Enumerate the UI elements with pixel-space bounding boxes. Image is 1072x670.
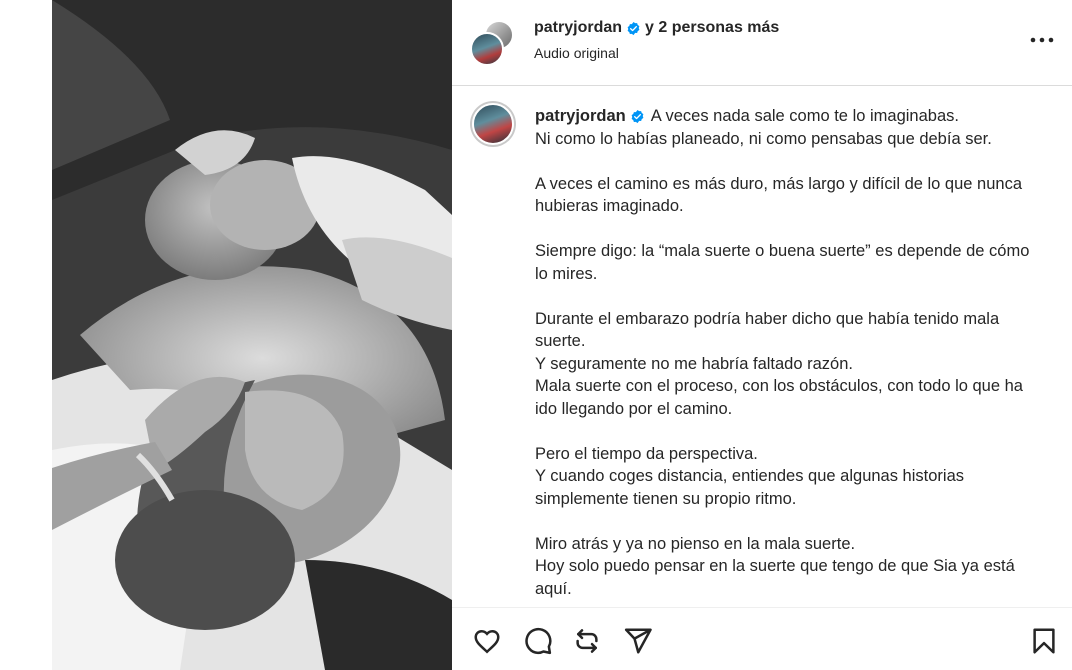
caption-line: Durante el embarazo podría haber dicho q…	[535, 309, 1000, 351]
bookmark-icon	[1033, 628, 1055, 654]
left-margin	[0, 0, 52, 670]
caption-avatar[interactable]	[470, 101, 516, 147]
more-options-button[interactable]	[1028, 28, 1056, 52]
share-button[interactable]	[623, 626, 653, 656]
save-button[interactable]	[1029, 626, 1059, 656]
like-button[interactable]	[472, 626, 502, 656]
newborn-photo-visible	[52, 0, 452, 670]
audio-label[interactable]: Audio original	[534, 45, 619, 61]
repost-icon	[576, 629, 598, 653]
post-actions-bar	[452, 607, 1072, 670]
caption-section: patryjordan A veces nada sale como te lo…	[452, 87, 1072, 607]
caption-text: patryjordan A veces nada sale como te lo…	[535, 105, 1035, 600]
collab-text[interactable]: y 2 personas más	[645, 19, 779, 37]
comment-icon	[525, 627, 552, 655]
more-horizontal-icon	[1030, 37, 1054, 43]
caption-line: Y cuando coges distancia, entiendes que …	[535, 467, 964, 508]
post-details-panel: patryjordan y 2 personas más Audio origi…	[452, 0, 1072, 670]
send-icon	[624, 628, 652, 654]
caption-username[interactable]: patryjordan	[535, 107, 626, 125]
repost-button[interactable]	[572, 626, 602, 656]
collab-avatar-primary	[470, 32, 504, 66]
caption-avatar-image	[472, 103, 514, 145]
collab-avatars[interactable]	[470, 20, 518, 68]
heart-icon	[474, 629, 500, 654]
caption-line: Pero el tiempo da perspectiva.	[535, 444, 758, 463]
comment-button[interactable]	[523, 626, 553, 656]
caption-line: Siempre digo: la “mala suerte o buena su…	[535, 242, 1030, 283]
author-username[interactable]: patryjordan	[534, 19, 622, 37]
caption-line: Hoy solo puedo pensar en la suerte que t…	[535, 557, 1015, 598]
post-media-image-visible[interactable]	[52, 0, 452, 670]
verified-badge-icon	[631, 110, 644, 124]
post-header: patryjordan y 2 personas más Audio origi…	[452, 0, 1072, 86]
caption-line: A veces nada sale como te lo imaginabas.	[650, 107, 959, 125]
post-author-line: patryjordan y 2 personas más	[534, 19, 779, 37]
caption-line: Mala suerte con el proceso, con los obst…	[535, 377, 1023, 418]
caption-line: A veces el camino es más duro, más largo…	[535, 174, 1022, 216]
caption-line: Ni como lo habías planeado, ni como pens…	[535, 129, 992, 148]
caption-line: Miro atrás y ya no pienso en la mala sue…	[535, 534, 856, 553]
verified-badge-icon	[627, 21, 640, 35]
caption-line: Y seguramente no me habría faltado razón…	[535, 354, 853, 373]
